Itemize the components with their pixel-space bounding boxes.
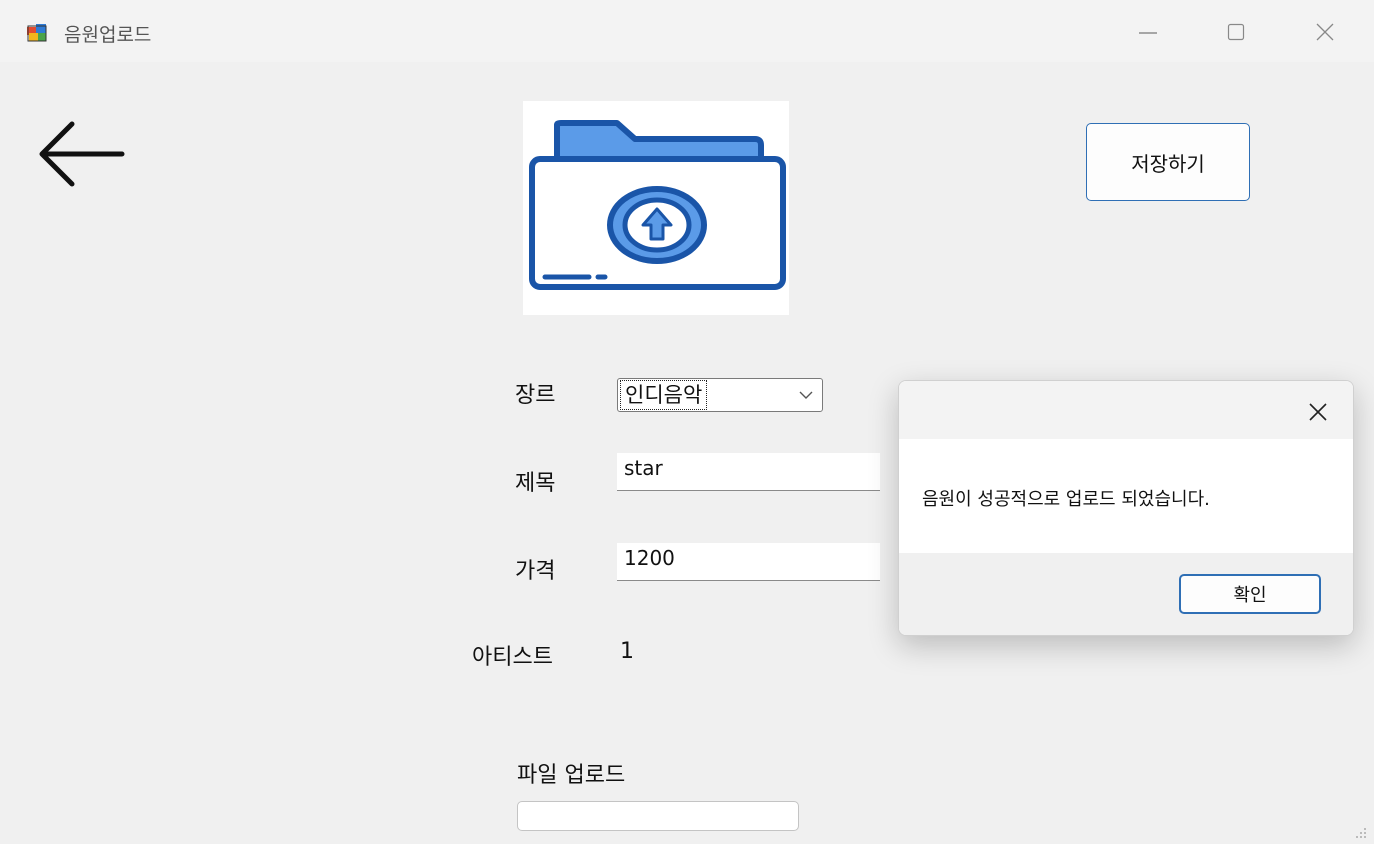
file-upload-field[interactable] bbox=[517, 801, 799, 831]
genre-label: 장르 bbox=[515, 383, 556, 408]
dialog-message: 음원이 성공적으로 업로드 되었습니다. bbox=[922, 489, 1210, 510]
artist-value: 1 bbox=[620, 639, 634, 664]
close-icon bbox=[1316, 23, 1334, 41]
maximize-button[interactable] bbox=[1208, 14, 1264, 50]
resize-grip-icon[interactable] bbox=[1354, 826, 1368, 840]
minimize-icon bbox=[1139, 32, 1157, 34]
folder-upload-image bbox=[523, 101, 789, 315]
message-dialog: 음원이 성공적으로 업로드 되었습니다. 확인 bbox=[898, 380, 1354, 636]
title-bar: 음원업로드 bbox=[0, 0, 1374, 62]
dialog-title-bar bbox=[899, 381, 1353, 439]
ok-button[interactable]: 확인 bbox=[1179, 574, 1321, 614]
genre-selected-value: 인디음악 bbox=[620, 380, 708, 410]
file-upload-label: 파일 업로드 bbox=[517, 763, 626, 788]
title-label: 제목 bbox=[515, 471, 556, 496]
maximize-icon bbox=[1227, 23, 1245, 41]
title-input[interactable]: star bbox=[617, 453, 880, 491]
minimize-button[interactable] bbox=[1120, 14, 1176, 50]
app-icon bbox=[27, 24, 47, 42]
chevron-down-icon bbox=[799, 391, 813, 399]
title-input-value: star bbox=[624, 456, 663, 480]
close-window-button[interactable] bbox=[1297, 14, 1353, 50]
arrow-left-icon[interactable] bbox=[36, 118, 126, 190]
price-label: 가격 bbox=[515, 559, 556, 584]
price-input[interactable]: 1200 bbox=[617, 543, 880, 581]
close-icon bbox=[1309, 403, 1327, 421]
save-button[interactable]: 저장하기 bbox=[1086, 123, 1250, 201]
window-title: 음원업로드 bbox=[64, 24, 152, 46]
price-input-value: 1200 bbox=[624, 546, 675, 570]
artist-label: 아티스트 bbox=[472, 645, 553, 670]
dialog-close-button[interactable] bbox=[1303, 397, 1333, 427]
upload-window: 음원업로드 저장하기 장르 인디음악 제목 star 가격 1200 아티스트 … bbox=[0, 0, 1374, 844]
genre-select[interactable]: 인디음악 bbox=[617, 378, 823, 412]
folder-upload-icon bbox=[529, 120, 786, 290]
